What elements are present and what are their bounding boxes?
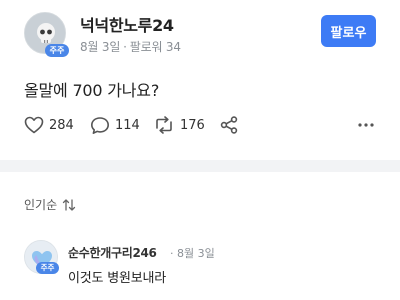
repost-icon bbox=[156, 116, 172, 134]
post-actions: 284 114 176 bbox=[0, 113, 400, 137]
post-date: 8월 3일 bbox=[80, 40, 121, 54]
author-name[interactable]: 넉넉한노루24 bbox=[80, 12, 174, 36]
like-button[interactable]: 284 bbox=[24, 113, 74, 137]
sort-icon bbox=[62, 198, 76, 211]
comment-author[interactable]: 순수한개구리246 bbox=[68, 244, 157, 261]
share-icon bbox=[220, 116, 238, 134]
post-content: 올말에 700 가나요? bbox=[24, 81, 160, 100]
meta-separator: · bbox=[123, 40, 127, 54]
post-card: 주주 넉넉한노루24 8월 3일 · 팔로워 34 팔로우 올말에 700 가나요?… bbox=[0, 0, 400, 158]
like-count: 284 bbox=[49, 117, 74, 133]
commenter-shareholder-badge: 주주 bbox=[36, 262, 59, 274]
follow-button[interactable]: 팔로우 bbox=[321, 15, 376, 47]
comment-date: · 8월 3일 bbox=[170, 245, 215, 261]
repost-button[interactable]: 176 bbox=[153, 113, 205, 137]
comment-button[interactable]: 114 bbox=[90, 113, 140, 137]
sort-label: 인기순 bbox=[24, 198, 58, 212]
comment-count: 114 bbox=[115, 117, 140, 133]
follower-count: 팔로워 34 bbox=[129, 40, 181, 54]
speech-bubble-icon bbox=[91, 116, 109, 134]
sort-toggle[interactable]: 인기순 bbox=[24, 196, 76, 213]
heart-icon bbox=[24, 116, 44, 134]
shareholder-badge: 주주 bbox=[45, 44, 69, 57]
more-options-button[interactable] bbox=[356, 113, 376, 137]
comment-text: 이것도 병원보내라 bbox=[68, 271, 167, 286]
more-icon bbox=[358, 123, 374, 127]
repost-count: 176 bbox=[180, 117, 205, 133]
post-meta: 8월 3일 · 팔로워 34 bbox=[80, 38, 181, 55]
section-divider bbox=[0, 160, 400, 172]
share-button[interactable] bbox=[219, 113, 239, 137]
comment-date-value: 8월 3일 bbox=[177, 247, 215, 260]
comment-separator: · bbox=[170, 247, 174, 260]
